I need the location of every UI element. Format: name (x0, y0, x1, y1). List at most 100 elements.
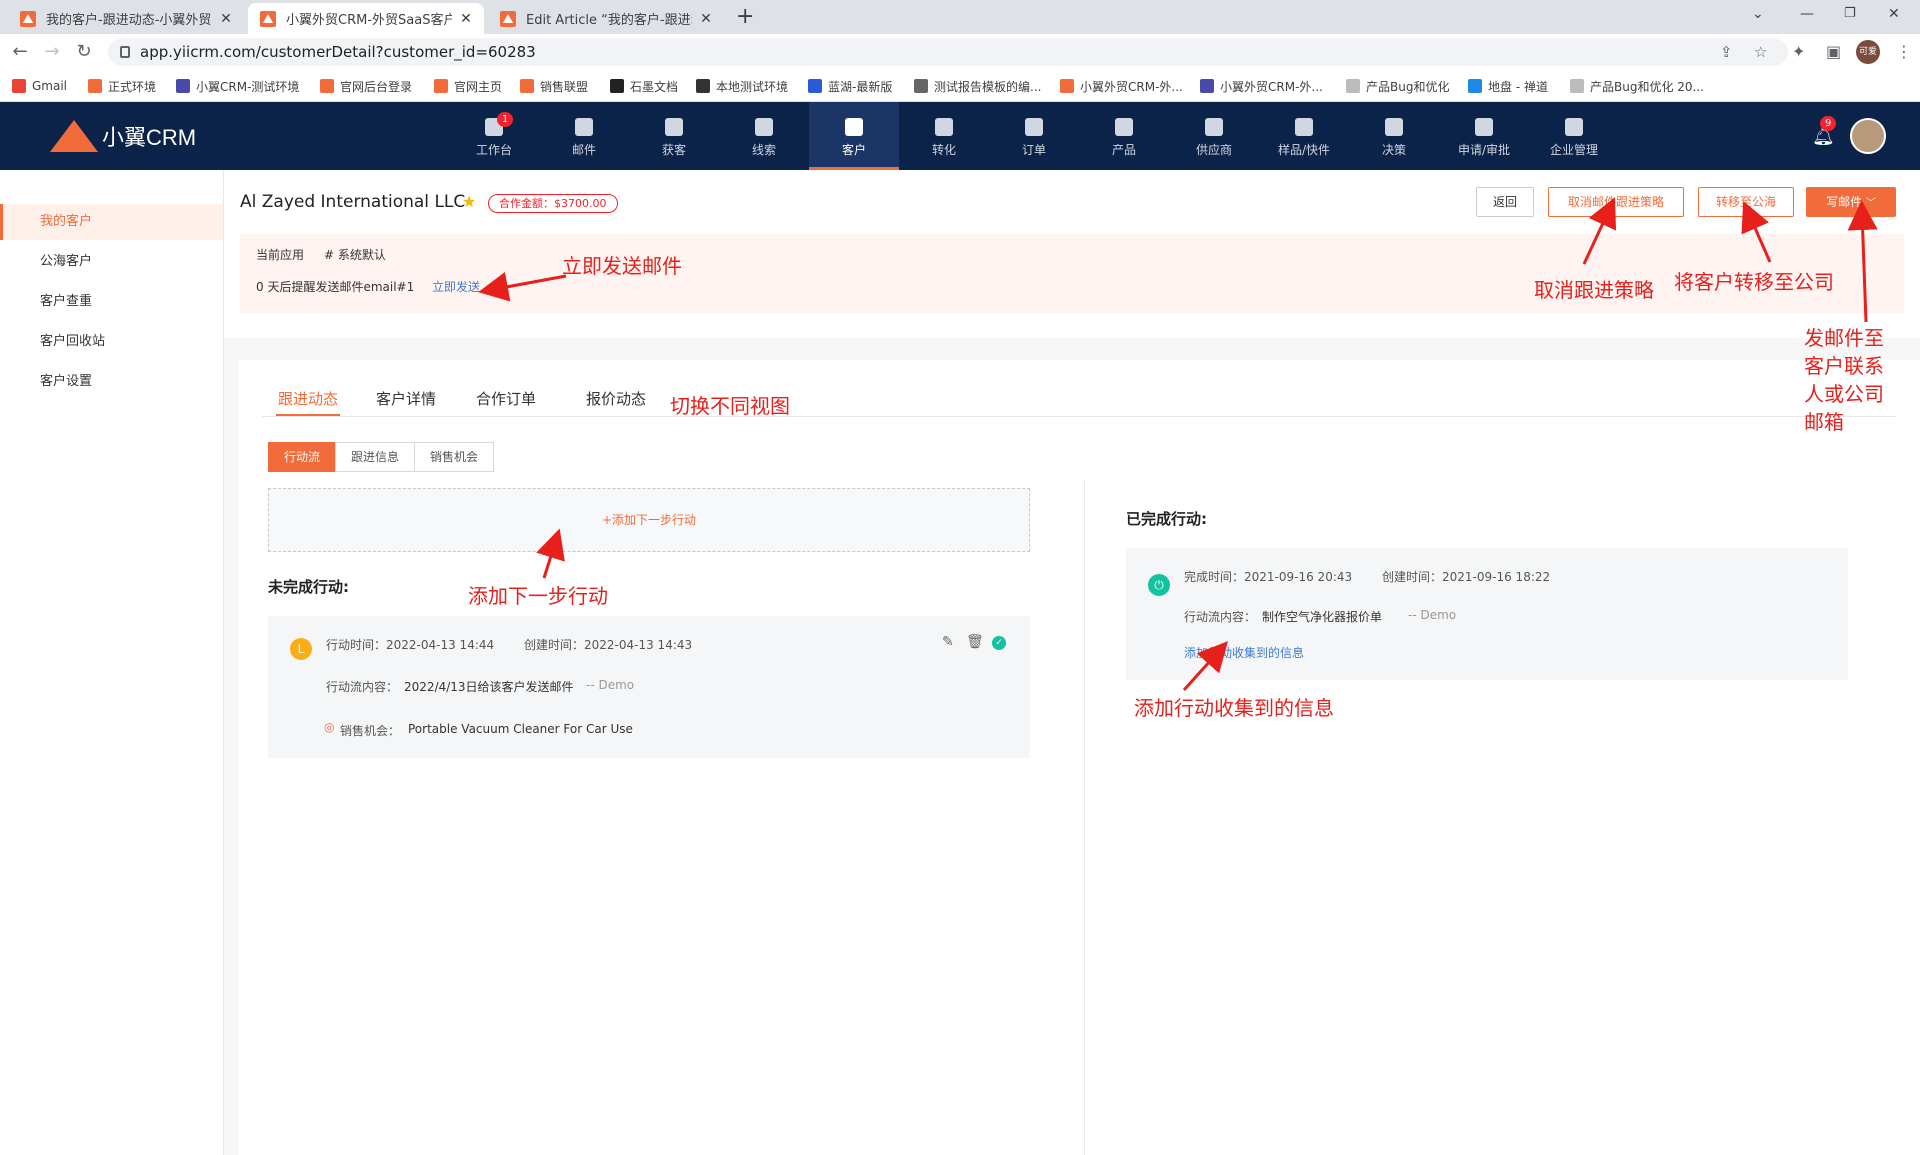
bookmark-item[interactable]: 产品Bug和优化 20... (1570, 77, 1704, 95)
sidebar-item[interactable]: 我的客户 (0, 204, 223, 240)
restore-icon[interactable]: ❐ (1844, 6, 1856, 21)
nav-item[interactable]: 转化 (899, 102, 989, 170)
nav-label: 邮件 (571, 143, 596, 157)
cancel-strategy-button[interactable]: 取消邮件跟进策略 (1548, 187, 1684, 217)
tab-search-icon[interactable]: ⌄ (1752, 6, 1764, 22)
nav-label: 样品/快件 (1277, 143, 1331, 157)
move-to-public-button[interactable]: 转移至公海 (1698, 187, 1794, 217)
browser-tab[interactable]: Edit Article “我的客户-跟进动态 ✕ (488, 3, 724, 34)
bookmark-favicon-icon (520, 79, 534, 93)
bookmark-item[interactable]: 小翼外贸CRM-外... (1060, 77, 1183, 95)
close-icon[interactable]: ✕ (698, 11, 714, 27)
sidebar-item[interactable]: 客户查重 (0, 284, 223, 320)
star-icon[interactable]: ★ (462, 192, 476, 211)
bookmark-label: 官网主页 (454, 79, 503, 94)
close-icon[interactable]: ✕ (458, 11, 474, 27)
bookmark-item[interactable]: 石墨文档 (610, 77, 678, 95)
completed-content: 制作空气净化器报价单 (1262, 610, 1383, 624)
bookmark-favicon-icon (12, 79, 26, 93)
annotation-add-next: 添加下一步行动 (468, 584, 608, 608)
bookmark-favicon-icon (1468, 79, 1482, 93)
browser-tab-bar: 我的客户-跟进动态-小翼外贸CRM ✕ 小翼外贸CRM-外贸SaaS客户管理 ✕… (0, 0, 1920, 34)
bookmark-item[interactable]: 官网后台登录 (320, 77, 412, 95)
sidebar-item[interactable]: 公海客户 (0, 244, 223, 280)
write-email-button[interactable]: 写邮件 ﹀ (1806, 187, 1896, 217)
bookmark-item[interactable]: 正式环境 (88, 77, 156, 95)
bookmark-label: 本地测试环境 (716, 79, 789, 94)
tab-customer-detail[interactable]: 客户详情 (376, 388, 436, 409)
segment-follow-info[interactable]: 跟进信息 (335, 442, 415, 472)
kebab-menu-icon[interactable]: ⋮ (1896, 42, 1912, 61)
nav-item[interactable]: 工作台 1 (449, 102, 539, 170)
company-icon (1565, 118, 1583, 136)
new-tab-icon[interactable]: + (736, 4, 754, 29)
bookmark-item[interactable]: 小翼外贸CRM-外... (1200, 77, 1323, 95)
extensions-icon[interactable]: ✦ (1792, 42, 1805, 61)
bookmark-item[interactable]: 蓝湖-最新版 (808, 77, 892, 95)
nav-item[interactable]: 邮件 (539, 102, 629, 170)
user-avatar[interactable] (1850, 118, 1886, 154)
add-info-link[interactable]: 添加行动收集到的信息 (1184, 644, 1304, 661)
nav-item[interactable]: 客户 (809, 102, 899, 170)
delete-icon[interactable]: 🗑︎ (966, 634, 984, 650)
nav-item[interactable]: 样品/快件 (1259, 102, 1349, 170)
customer-name: Al Zayed International LLC (240, 192, 466, 212)
nav-item[interactable]: 供应商 (1169, 102, 1259, 170)
bookmark-label: 产品Bug和优化 20... (1590, 79, 1704, 94)
nav-item[interactable]: 获客 (629, 102, 719, 170)
bookmark-item[interactable]: 本地测试环境 (696, 77, 788, 95)
completed-done-time: 完成时间：2021-09-16 20:43 (1184, 570, 1353, 584)
back-button[interactable]: 返回 (1476, 187, 1534, 217)
favicon-icon (500, 10, 516, 27)
edit-icon[interactable]: ✎ (942, 634, 954, 650)
app-header: 小翼CRM 工作台 1 邮件 获客 线索 客户 转化 订单 产品 供应商 样品/快件 决策 申请/审批 企… (0, 102, 1920, 170)
bookmark-label: 石墨文档 (630, 79, 679, 94)
add-next-action-button[interactable]: +添加下一步行动 (268, 488, 1030, 552)
app-logo[interactable]: 小翼CRM (50, 120, 196, 152)
favicon-icon (20, 10, 36, 27)
power-icon: ⏻ (1148, 574, 1170, 596)
bookmark-star-icon[interactable]: ☆ (1754, 38, 1767, 66)
complete-check-icon[interactable]: ✓ (992, 636, 1006, 650)
send-now-link[interactable]: 立即发送 (432, 278, 480, 295)
leads-icon (755, 118, 773, 136)
browser-tab-active[interactable]: 小翼外贸CRM-外贸SaaS客户管理 ✕ (248, 3, 484, 34)
bookmark-favicon-icon (1346, 79, 1360, 93)
window-close-icon[interactable]: ✕ (1888, 6, 1900, 22)
approval-icon (1475, 118, 1493, 136)
minimize-icon[interactable]: — (1800, 6, 1814, 22)
reload-icon[interactable]: ↻ (72, 40, 96, 64)
nav-item[interactable]: 线索 (719, 102, 809, 170)
nav-item[interactable]: 企业管理 (1529, 102, 1619, 170)
sidebar-item[interactable]: 客户回收站 (0, 324, 223, 360)
segment-opportunity[interactable]: 销售机会 (414, 442, 494, 472)
annotation-cancel-strategy: 取消跟进策略 (1534, 278, 1654, 302)
browser-tab[interactable]: 我的客户-跟进动态-小翼外贸CRM ✕ (8, 3, 244, 34)
sidebar-item[interactable]: 客户设置 (0, 364, 223, 400)
segment-action-flow[interactable]: 行动流 (268, 442, 336, 472)
bookmark-item[interactable]: 地盘 - 禅道 (1468, 77, 1548, 95)
bookmark-label: 测试报告模板的编... (934, 79, 1042, 94)
tab-orders[interactable]: 合作订单 (476, 388, 536, 409)
nav-item[interactable]: 产品 (1079, 102, 1169, 170)
bookmark-item[interactable]: 产品Bug和优化 (1346, 77, 1449, 95)
tab-follow-up[interactable]: 跟进动态 (278, 388, 338, 409)
bookmark-item[interactable]: 官网主页 (434, 77, 502, 95)
profile-avatar[interactable]: 可爱 (1856, 40, 1880, 64)
back-arrow-icon[interactable]: ← (8, 40, 32, 64)
url-input[interactable]: app.yiicrm.com/customerDetail?customer_i… (108, 38, 1788, 66)
share-icon[interactable]: ⇪ (1720, 38, 1733, 66)
nav-item[interactable]: 决策 (1349, 102, 1439, 170)
bookmark-item[interactable]: 测试报告模板的编... (914, 77, 1041, 95)
tab-quotes[interactable]: 报价动态 (586, 388, 646, 409)
bookmark-item[interactable]: 小翼CRM-测试环境 (176, 77, 299, 95)
write-email-label: 写邮件 (1826, 195, 1863, 209)
opportunity-label: 销售机会： (340, 724, 401, 738)
close-icon[interactable]: ✕ (218, 11, 234, 27)
nav-item[interactable]: 申请/审批 (1439, 102, 1529, 170)
bookmark-item[interactable]: Gmail (12, 77, 67, 95)
nav-item[interactable]: 订单 (989, 102, 1079, 170)
forward-arrow-icon[interactable]: → (40, 40, 64, 64)
bookmark-item[interactable]: 销售联盟 (520, 77, 588, 95)
side-panel-icon[interactable]: ▣ (1826, 42, 1841, 61)
